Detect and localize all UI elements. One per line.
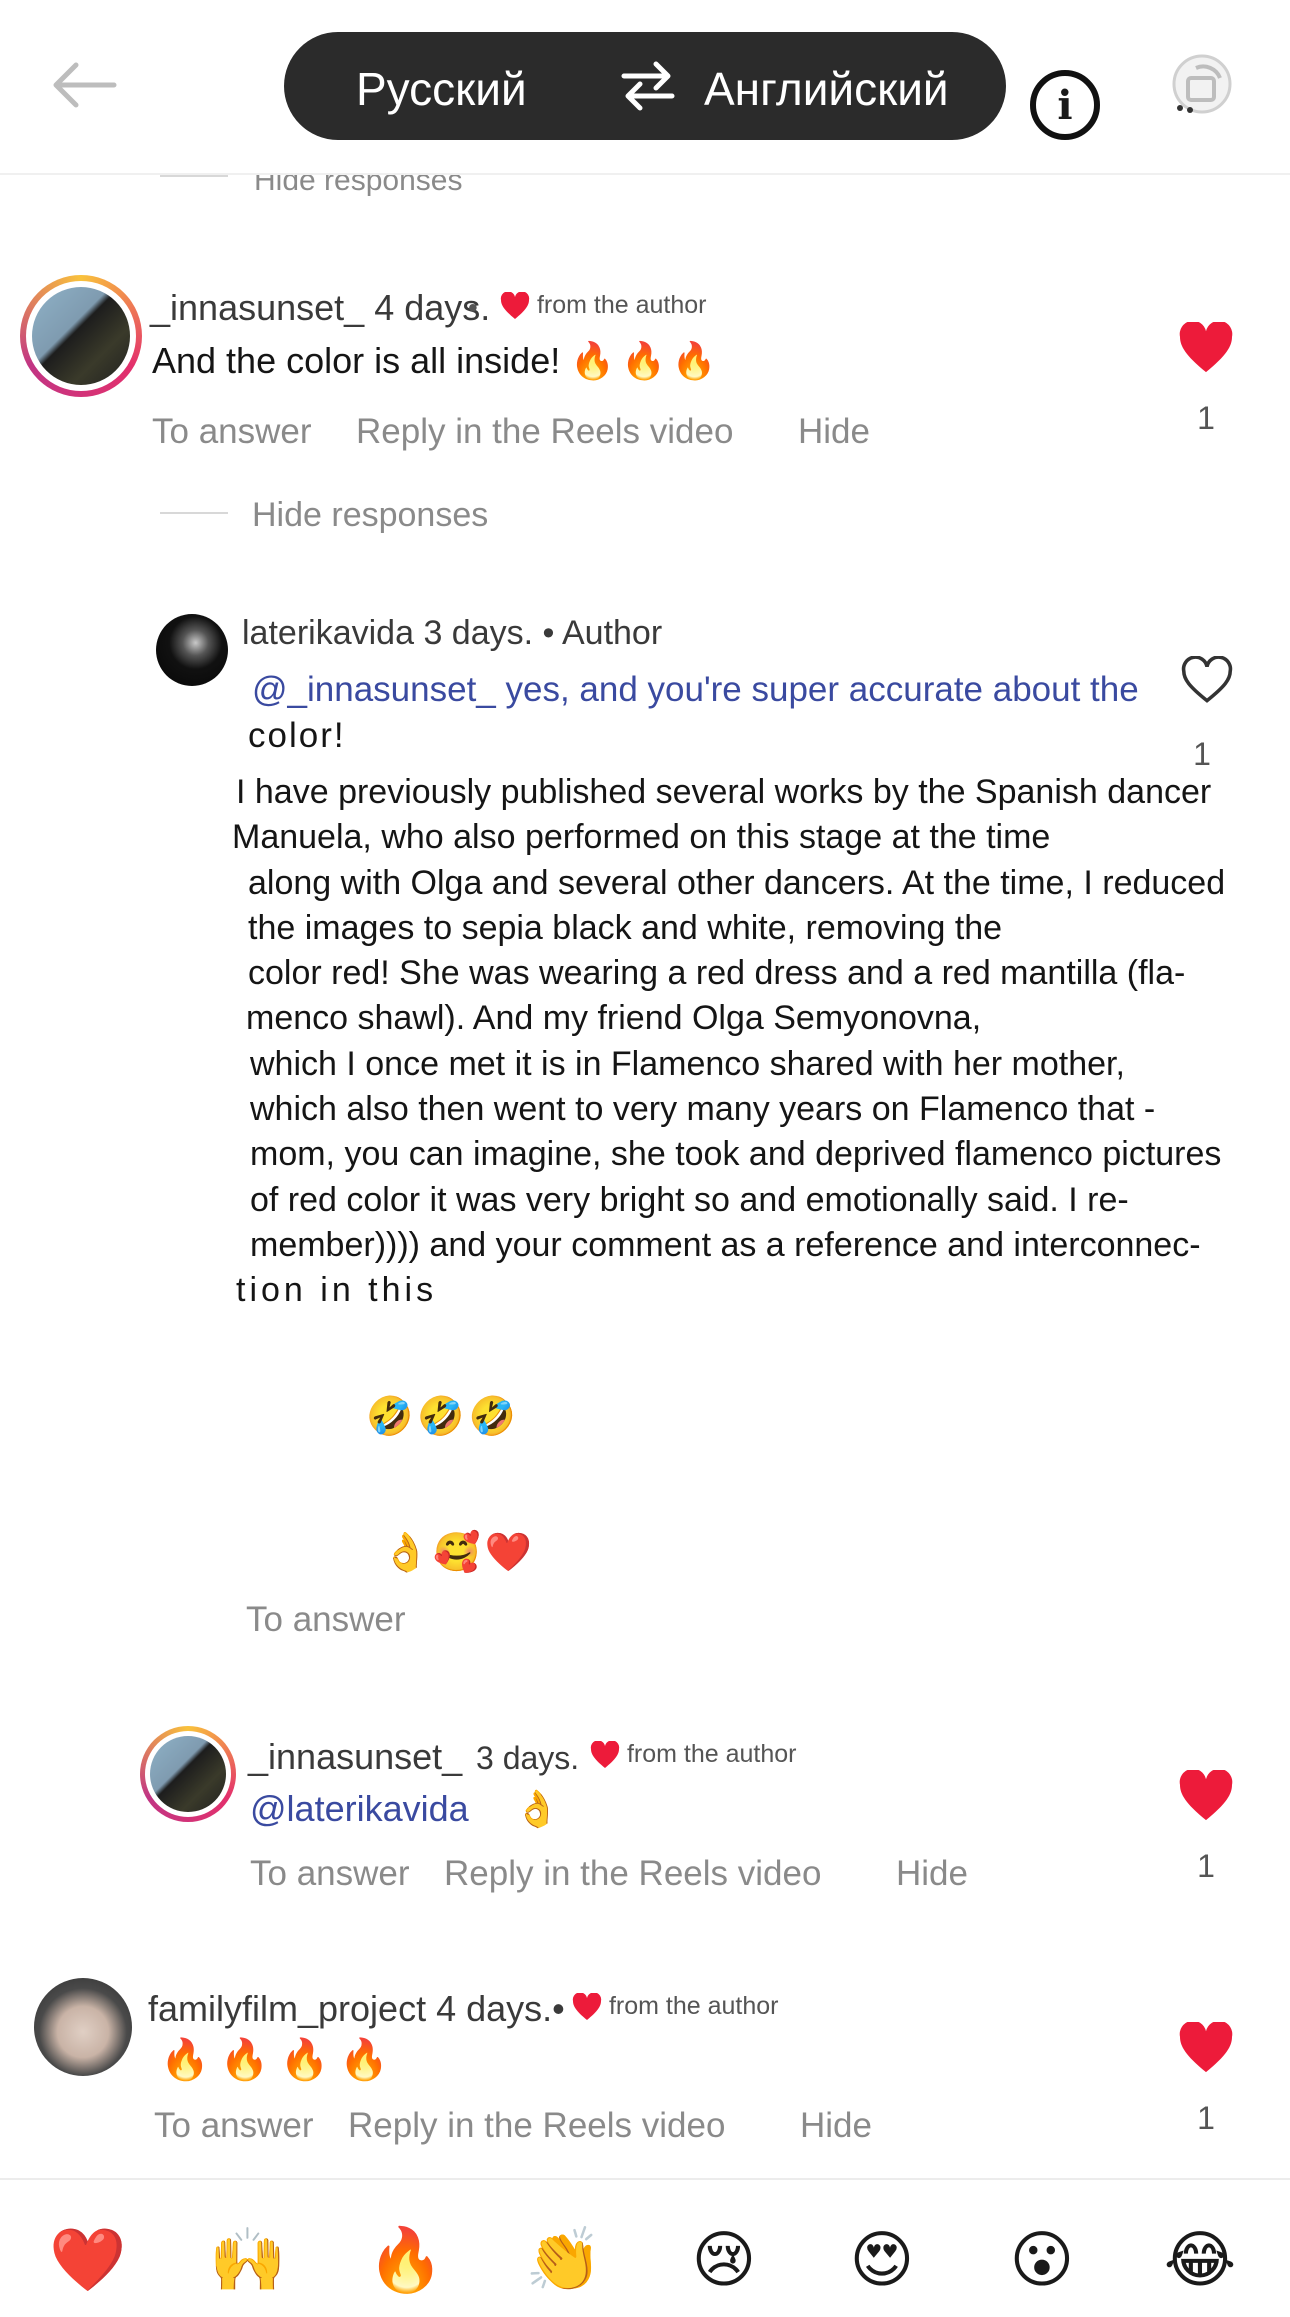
comments-page: Русский Английский i Hide responses _inn… [0,0,1290,2317]
mention-link[interactable]: @laterikavida [250,1788,469,1829]
divider-line [160,512,228,514]
reaction-heart[interactable]: ❤️ [48,2220,128,2300]
reaction-crying[interactable]: 😢 [684,2220,764,2300]
language-switcher[interactable]: Русский Английский [284,32,1006,140]
hide-responses-button[interactable]: Hide responses [252,496,488,535]
comment-emojis: 👌🥰❤️ [382,1530,536,1574]
reaction-surprised[interactable]: 😮 [1002,2220,1082,2300]
reply-in-reels-button[interactable]: Reply in the Reels video [348,2106,725,2146]
avatar[interactable] [156,614,228,686]
reaction-raised-hands[interactable]: 🙌 [208,2220,288,2300]
like-count: 1 [1193,736,1211,772]
top-bar: Русский Английский i [0,0,1290,175]
reaction-fire[interactable]: 🔥 [366,2220,446,2300]
comment-username[interactable]: laterikavida 3 days. • Author [242,614,662,653]
comment-time: 3 days. [476,1740,580,1776]
hide-button[interactable]: Hide [896,1854,968,1894]
comment-text-continuation: color! [248,716,346,755]
comment-username[interactable]: _innasunset_ [248,1736,462,1778]
comment-username[interactable]: _innasunset_ 4 days. [150,287,490,329]
reaction-laughing[interactable]: 😂 [1160,2220,1240,2300]
comment-text: @laterikavida 👌 [250,1788,560,1830]
avatar[interactable] [34,1978,132,2076]
avatar[interactable] [150,1736,226,1812]
like-count: 1 [1197,400,1215,436]
comment-emojis: 🔥🔥🔥🔥 [160,2037,400,2083]
info-icon[interactable]: i [1030,70,1100,140]
from-author-badge: from the author [590,1740,796,1769]
hide-button[interactable]: Hide [798,412,870,452]
heart-icon [590,1741,620,1769]
comment-emojis: 🤣🤣🤣 [366,1394,520,1438]
reply-button[interactable]: To answer [154,2106,314,2146]
reply-button[interactable]: To answer [250,1854,410,1894]
target-language-button[interactable]: Английский [704,62,949,116]
comment-username[interactable]: familyfilm_project 4 days.• [148,1988,565,2030]
like-heart-outline-icon[interactable] [1180,655,1236,708]
comment-text: And the color is all inside! 🔥🔥🔥 [152,340,723,382]
like-heart-icon[interactable] [1178,320,1234,374]
comment-text: @_innasunset_ yes, and you're super accu… [252,670,1139,709]
like-heart-icon[interactable] [1178,1768,1234,1822]
back-arrow-icon[interactable] [44,55,124,115]
source-language-button[interactable]: Русский [356,62,527,116]
reaction-clap[interactable]: 👏 [524,2220,604,2300]
reaction-bar: ❤️ 🙌 🔥 👏 😢 😍 😮 😂 [0,2178,1290,2317]
like-count: 1 [1197,1848,1215,1884]
from-author-badge: from the author [572,1992,778,2021]
heart-icon [572,1993,602,2021]
comment-body: I have previously published several work… [232,773,1226,1310]
swap-languages-icon[interactable] [618,60,678,112]
reply-in-reels-button[interactable]: Reply in the Reels video [356,412,733,452]
heart-icon [500,292,530,320]
reply-button[interactable]: To answer [152,412,312,452]
avatar[interactable] [32,287,130,385]
like-count: 1 [1197,2100,1215,2136]
from-author-badge: from the author [500,291,706,320]
like-heart-icon[interactable] [1178,2020,1234,2074]
reply-in-reels-button[interactable]: Reply in the Reels video [444,1854,821,1894]
hide-button[interactable]: Hide [800,2106,872,2146]
mention-link[interactable]: @_innasunset_ [252,670,496,709]
reply-button[interactable]: To answer [246,1600,406,1640]
rotate-icon[interactable] [1166,48,1238,120]
separator-dot: • [468,292,478,323]
divider-line [160,175,228,177]
reaction-heart-eyes[interactable]: 😍 [842,2220,922,2300]
